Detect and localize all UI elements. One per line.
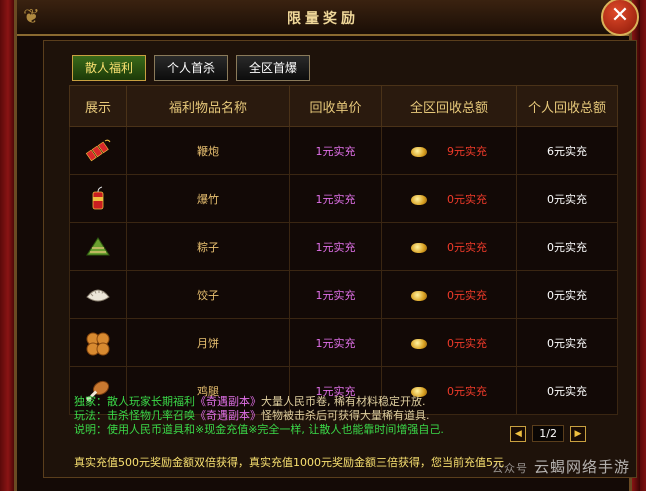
tab-bar: 散人福利 个人首杀 全区首爆: [72, 55, 311, 81]
header-display: 展示: [69, 85, 127, 127]
gold-ingot-icon: [411, 146, 427, 157]
note-line: 说明：使用人民币道具和※现金充值※完全一样, 让散人也能靠时间增强自己.: [74, 423, 444, 436]
header-server-total: 全区回收总额: [381, 85, 517, 127]
personal-total: 0元实充: [516, 366, 618, 415]
mooncake-icon: [86, 332, 110, 355]
gold-ingot-icon: [411, 194, 427, 205]
server-total: 0元实充: [447, 192, 487, 206]
prev-page-button[interactable]: ◀: [510, 425, 527, 442]
personal-total: 0元实充: [516, 270, 618, 319]
personal-total: 0元实充: [516, 222, 618, 271]
server-total: 0元实充: [447, 336, 487, 350]
server-total: 9元实充: [447, 144, 487, 158]
header-personal-total: 个人回收总额: [516, 85, 618, 127]
recharge-footer: 真实充值500元奖励金额双倍获得，真实充值1000元奖励金额三倍获得，您当前充值…: [74, 456, 504, 469]
tab-solo-benefits[interactable]: 散人福利: [72, 55, 147, 81]
server-total: 0元实充: [447, 384, 487, 398]
reward-window: ❦ 限量奖励 ✕ 散人福利 个人首杀 全区首爆 展示 福利物品名称 回收单价 全…: [14, 0, 639, 491]
item-name: 爆竹: [126, 174, 290, 223]
table-row: 饺子 1元实充 0元实充 0元实充: [69, 270, 618, 319]
item-name: 饺子: [126, 270, 290, 319]
table-row: 鞭炮 1元实充 9元实充 6元实充: [69, 126, 618, 175]
header-unit-price: 回收单价: [289, 85, 382, 127]
zongzi-icon: [86, 236, 110, 255]
title-bar: ❦ 限量奖励: [17, 0, 629, 36]
table-row: 粽子 1元实充 0元实充 0元实充: [69, 222, 618, 271]
notes: 独家：散人玩家长期福利《奇遇副本》大量人民币卷, 稀有材料稳定开放. 玩法：击杀…: [74, 395, 444, 437]
page-indicator: 1/2: [532, 425, 564, 442]
personal-total: 0元实充: [516, 174, 618, 223]
gold-ingot-icon: [411, 338, 427, 349]
reward-table: 展示 福利物品名称 回收单价 全区回收总额 个人回收总额 鞭炮 1元实充 9元实…: [69, 85, 618, 415]
server-total: 0元实充: [447, 288, 487, 302]
item-name: 鞭炮: [126, 126, 290, 175]
pager: ◀ 1/2 ▶: [510, 425, 586, 442]
item-name: 粽子: [126, 222, 290, 271]
unit-price: 1元实充: [289, 126, 382, 175]
tab-server-first-drop[interactable]: 全区首爆: [236, 55, 311, 81]
tab-personal-first-kill[interactable]: 个人首杀: [154, 55, 229, 81]
header-item-name: 福利物品名称: [126, 85, 290, 127]
firecracker-string-icon: [85, 139, 111, 161]
unit-price: 1元实充: [289, 270, 382, 319]
unit-price: 1元实充: [289, 174, 382, 223]
firecracker-icon: [92, 186, 104, 209]
personal-total: 6元实充: [516, 126, 618, 175]
main-panel: 散人福利 个人首杀 全区首爆 展示 福利物品名称 回收单价 全区回收总额 个人回…: [43, 40, 637, 478]
gold-ingot-icon: [411, 290, 427, 301]
item-name: 月饼: [126, 318, 290, 367]
unit-price: 1元实充: [289, 222, 382, 271]
table-row: 爆竹 1元实充 0元实充 0元实充: [69, 174, 618, 223]
gold-ingot-icon: [411, 242, 427, 253]
personal-total: 0元实充: [516, 318, 618, 367]
note-line: 玩法：击杀怪物几率召唤《奇遇副本》怪物被击杀后可获得大量稀有道具.: [74, 409, 430, 422]
note-line: 独家：散人玩家长期福利《奇遇副本》大量人民币卷, 稀有材料稳定开放.: [74, 395, 426, 408]
dumpling-icon: [86, 289, 110, 301]
watermark: 公众号 云蝎网络手游: [491, 458, 630, 476]
next-page-button[interactable]: ▶: [570, 425, 586, 442]
server-total: 0元实充: [447, 240, 487, 254]
table-row: 月饼 1元实充 0元实充 0元实充: [69, 318, 618, 367]
window-title: 限量奖励: [287, 11, 359, 27]
unit-price: 1元实充: [289, 318, 382, 367]
table-header-row: 展示 福利物品名称 回收单价 全区回收总额 个人回收总额: [69, 85, 618, 127]
